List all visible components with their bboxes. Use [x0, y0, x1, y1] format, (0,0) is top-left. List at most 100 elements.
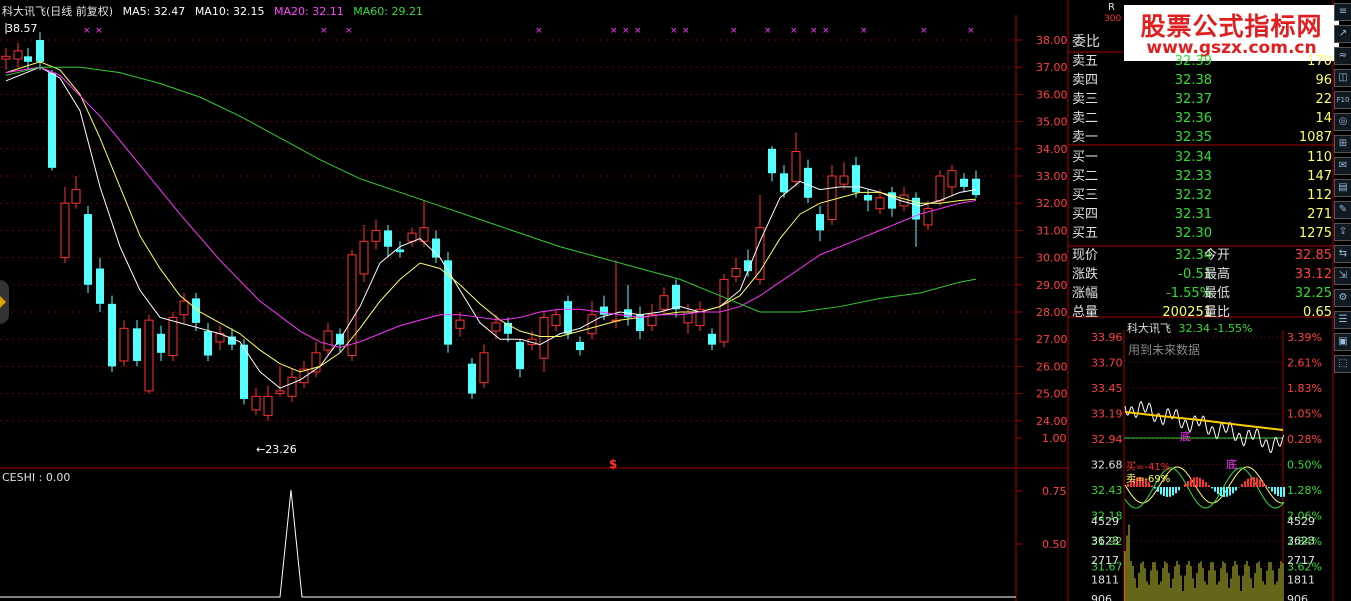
orderbook-row[interactable]: 卖三 32.37 22: [1070, 90, 1334, 109]
candle-body: [60, 202, 70, 259]
indicator-label[interactable]: CESHI : 0.00: [2, 471, 70, 484]
orderbook-row[interactable]: 卖四 32.38 96: [1070, 71, 1334, 90]
orderbook-row[interactable]: 买四 32.31 271: [1070, 205, 1334, 224]
orderbook-volume: 14: [1315, 111, 1332, 126]
mini-vol-right-tick: 3623: [1287, 535, 1315, 548]
candle-body: [133, 328, 141, 361]
orderbook-row[interactable]: 买一 32.34 110: [1070, 148, 1334, 167]
candle-body: [816, 214, 824, 231]
candle-body: [96, 268, 104, 304]
toolbar-button-13-icon[interactable]: ⚙: [1334, 289, 1351, 307]
candle-body: [551, 314, 561, 327]
kline-y-axis: 38.00 37.00 36.00 35.00 34.00 33.00 32.00 31.00…: [1016, 34, 1068, 428]
arrow-right-icon: [0, 296, 6, 308]
orderbook-level-label: 买四: [1072, 207, 1099, 222]
toolbar-button-8-icon[interactable]: ▤: [1334, 179, 1351, 197]
candle-body: [576, 341, 584, 351]
candle-body: [875, 197, 885, 210]
weibi-label: 委比: [1072, 34, 1100, 50]
ind-y-tick-label: 0.75: [1042, 485, 1067, 498]
toolbar-button-5-icon[interactable]: ◎: [1334, 113, 1351, 131]
x-marker-icon: ×: [622, 26, 630, 36]
orderbook-row[interactable]: 买二 32.33 147: [1070, 167, 1334, 186]
orderbook-row[interactable]: 卖五 32.39 170: [1070, 52, 1334, 71]
x-marker-icon: ×: [790, 26, 798, 36]
candle-body: [251, 395, 261, 411]
candle-body: [468, 363, 476, 394]
quote-value: 32.85: [1294, 248, 1332, 263]
candle-body: [144, 319, 154, 392]
mini-di-label: 底: [1226, 457, 1237, 471]
quote-label: 最高: [1204, 267, 1231, 282]
kline-header: 科大讯飞(日线 前复权) MA5: 32.47 MA10: 32.15 MA20…: [2, 3, 429, 19]
candle-body: [157, 333, 165, 353]
orderbook-level-label: 卖四: [1072, 73, 1099, 88]
orderbook-row[interactable]: 卖二 32.36 14: [1070, 109, 1334, 128]
candle-body: [659, 295, 669, 310]
mini-left-tick: 32.43: [1091, 484, 1123, 497]
candle-body: [119, 327, 129, 362]
y-tick-label: 26.00: [1036, 360, 1068, 373]
orderbook-price: 32.37: [1174, 92, 1212, 107]
stock-title[interactable]: 科大讯飞(日线 前复权): [2, 5, 113, 18]
orderbook-row[interactable]: 买五 32.30 1275: [1070, 224, 1334, 243]
toolbar-button-16-icon[interactable]: ⬚: [1334, 355, 1351, 373]
ceshi-line: [0, 489, 1016, 598]
toolbar-button-7-icon[interactable]: ✉: [1334, 157, 1351, 175]
y-tick-label: 30.00: [1036, 252, 1068, 265]
candlesticks[interactable]: [1, 31, 980, 421]
mini-right-tick: 0.28%: [1287, 433, 1322, 446]
candle-body: [455, 319, 465, 329]
y-tick-label: 37.00: [1036, 61, 1068, 74]
toolbar-button-11-icon[interactable]: ⇆: [1334, 245, 1351, 263]
y-tick-label: 34.00: [1036, 143, 1068, 156]
toolbar-button-1-icon[interactable]: ↗: [1334, 25, 1351, 43]
candle-body: [827, 175, 837, 221]
orderbook-price: 32.38: [1174, 73, 1212, 88]
toolbar-button-0-icon[interactable]: ≡: [1334, 3, 1351, 21]
orderbook-price: 32.34: [1174, 150, 1212, 165]
orderbook-volume: 271: [1307, 207, 1332, 222]
mini-vol-left-tick: 906: [1091, 593, 1112, 601]
mini-left-tick: 33.45: [1091, 382, 1123, 395]
candle-body: [36, 40, 44, 62]
toolbar-button-15-icon[interactable]: ▣: [1334, 333, 1351, 351]
y-tick-label: 35.00: [1036, 116, 1068, 129]
x-marker-icon: ×: [670, 26, 678, 36]
toolbar-button-6-icon[interactable]: ⊞: [1334, 135, 1351, 153]
candle-body: [347, 254, 357, 357]
orderbook-price: 32.36: [1174, 111, 1212, 126]
y-tick-label: 36.00: [1036, 88, 1068, 101]
x-marker-icon: ×: [810, 26, 818, 36]
x-marker-icon: ×: [610, 26, 618, 36]
x-marker-icon: ×: [345, 26, 353, 36]
toolbar-button-14-icon[interactable]: ☰: [1334, 311, 1351, 329]
mini-avg-line: [1124, 411, 1284, 431]
candle-body: [791, 151, 801, 182]
mini-intraday-chart: 33.96 3.39% 33.70 2.61% 33.45 1.83% 33.19 1.05%…: [1091, 330, 1322, 601]
x-marker-icon: ×: [822, 26, 830, 36]
toolbar-button-4-icon[interactable]: F10: [1334, 91, 1351, 109]
toolbar-button-12-icon[interactable]: ⇲: [1334, 267, 1351, 285]
quote-value: 33.12: [1294, 267, 1332, 282]
toolbar-button-10-icon[interactable]: ⇪: [1334, 223, 1351, 241]
candle-body: [768, 148, 776, 174]
left-scroll-handle[interactable]: [0, 280, 9, 324]
mini-left-tick: 33.19: [1091, 408, 1123, 421]
orderbook-row[interactable]: 买三 32.32 112: [1070, 186, 1334, 205]
signal-marker: $: [609, 457, 617, 471]
quote-value: 32.34: [1174, 248, 1212, 263]
x-marker-icon: ×: [764, 26, 772, 36]
candle-body: [839, 175, 849, 185]
toolbar-button-9-icon[interactable]: ✎: [1334, 201, 1351, 219]
toolbar-button-2-icon[interactable]: ≈: [1334, 47, 1351, 65]
toolbar-button-3-icon[interactable]: ◫: [1334, 69, 1351, 87]
candle-body: [539, 316, 549, 359]
y-tick-label: 24.00: [1036, 415, 1068, 428]
mini-di-label: 底: [1180, 429, 1191, 443]
quote-panel: 现价 32.34 今开 32.85 涨跌 -0.51 最高 33.12 涨幅 -1.55% 最低 32…: [1070, 246, 1334, 320]
candle-body: [13, 50, 23, 60]
candle-body: [323, 330, 333, 351]
orderbook-row[interactable]: 卖一 32.35 1087: [1070, 128, 1334, 147]
quote-label: 今开: [1204, 248, 1231, 263]
